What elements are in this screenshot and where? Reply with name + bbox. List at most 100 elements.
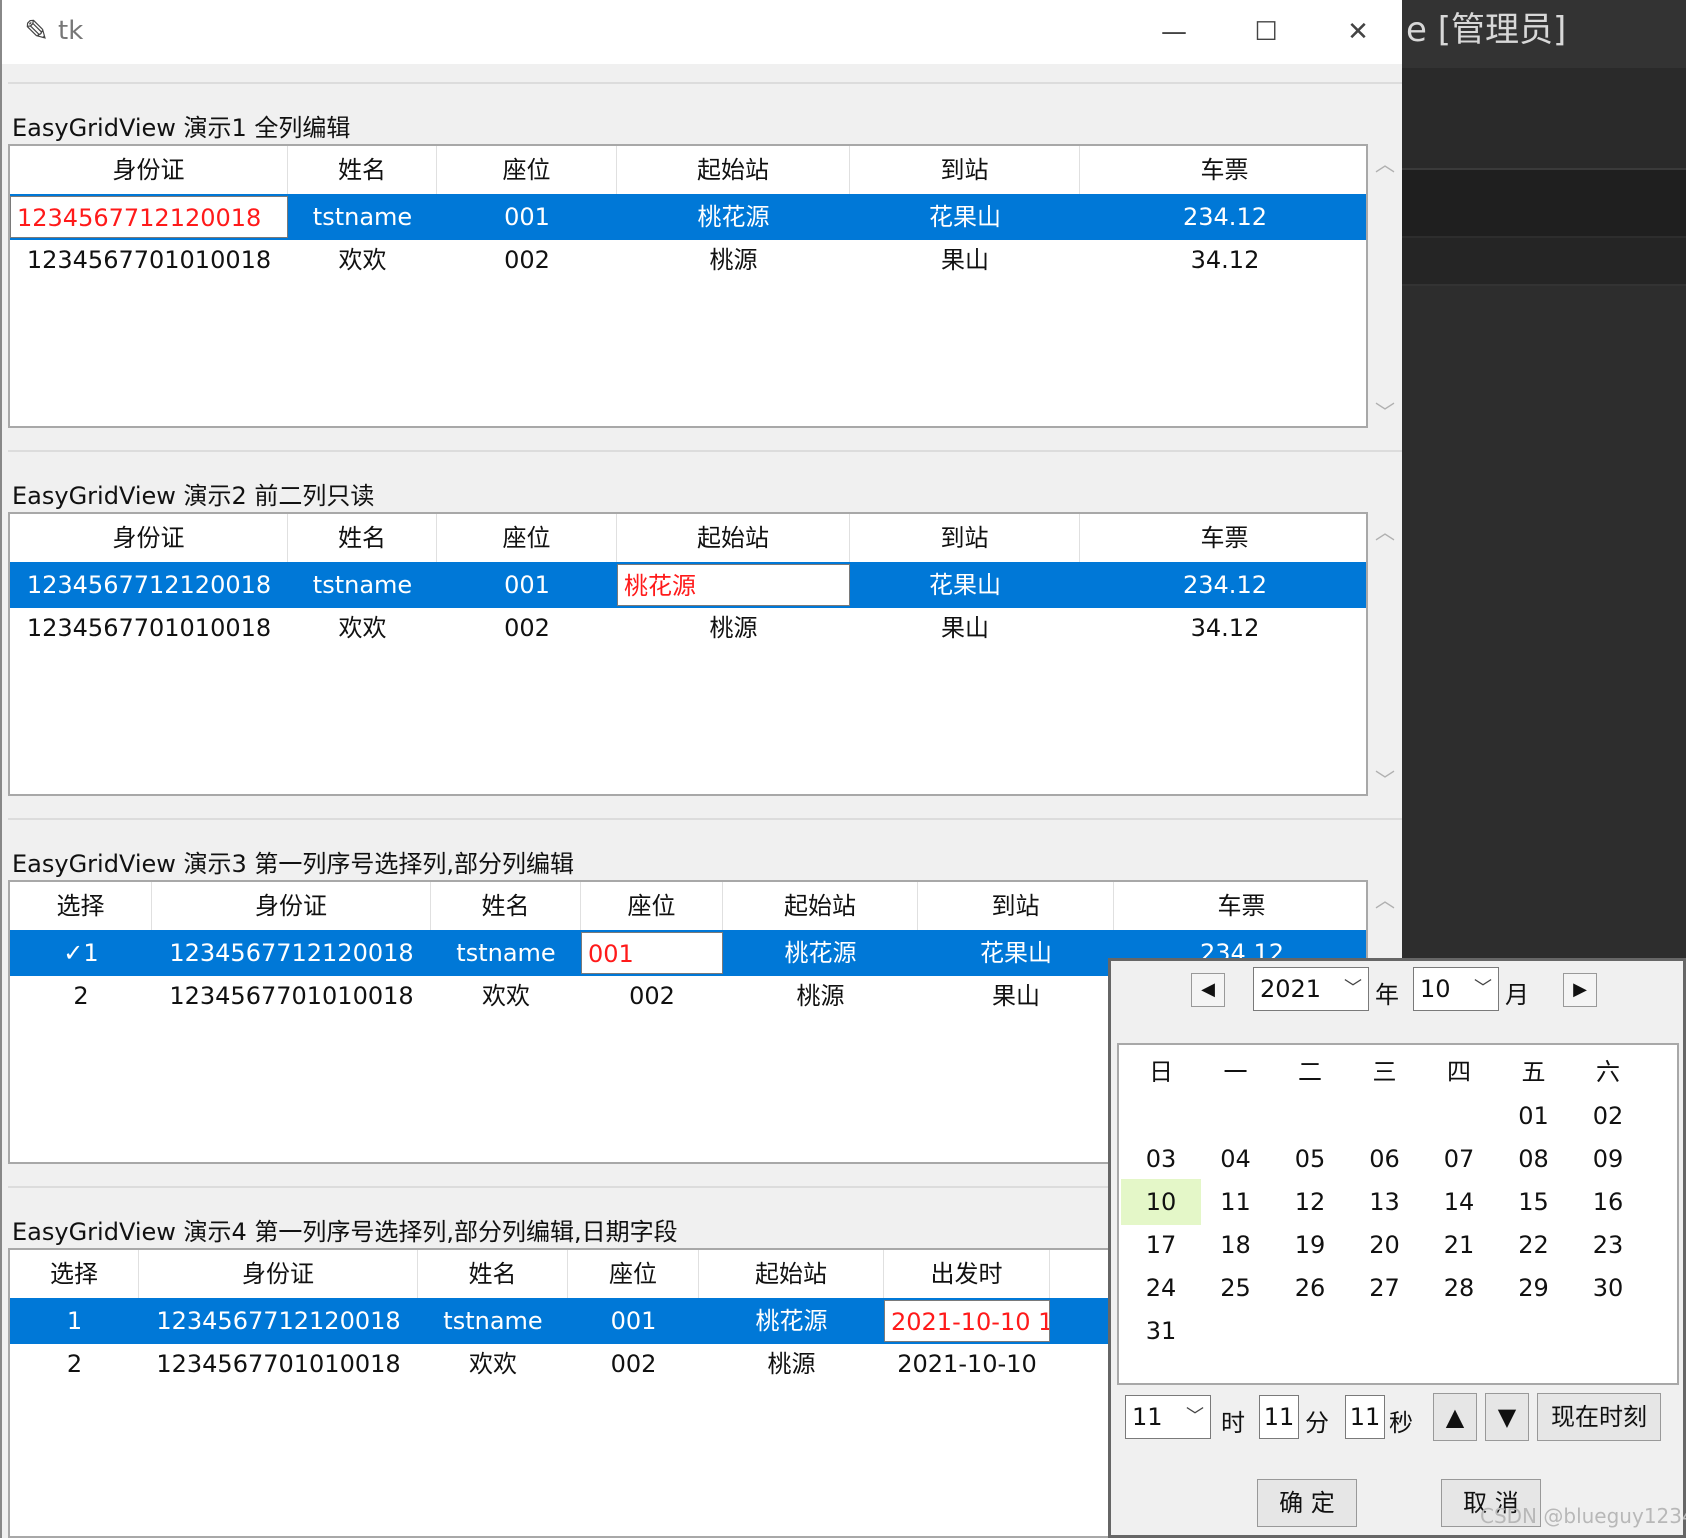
calendar-day[interactable]: 07 (1419, 1136, 1499, 1182)
calendar-day-today[interactable]: 10 (1121, 1179, 1201, 1225)
second-input[interactable]: 11 (1345, 1395, 1385, 1439)
table-cell[interactable]: 001 (568, 1300, 699, 1342)
table-cell[interactable]: 果山 (850, 239, 1080, 281)
calendar-day[interactable]: 13 (1345, 1179, 1425, 1225)
table-cell[interactable]: 桃源 (617, 239, 850, 281)
table-cell[interactable]: 桃花源 (617, 196, 850, 238)
cell-editor-input[interactable]: 2021-10-10 1 (884, 1300, 1050, 1342)
table-cell[interactable]: 1234567701010018 (10, 607, 288, 649)
now-button[interactable]: 现在时刻 (1537, 1393, 1661, 1441)
next-month-button[interactable]: ▶ (1563, 973, 1597, 1007)
scroll-down-icon[interactable]: ﹀ (1370, 396, 1400, 425)
cell-editor-input[interactable]: 桃花源 (617, 564, 850, 606)
column-header[interactable]: 座位 (568, 1250, 699, 1298)
table-cell[interactable]: 34.12 (1080, 607, 1366, 649)
table-cell[interactable]: tstname (288, 564, 437, 606)
table-cell[interactable]: 桃花源 (723, 932, 918, 974)
column-header[interactable]: 身份证 (10, 514, 288, 562)
table-cell[interactable]: 1234567701010018 (139, 1343, 418, 1385)
table-cell[interactable]: 001 (437, 564, 617, 606)
table-cell[interactable]: 桃源 (617, 607, 850, 649)
minimize-button[interactable]: — (1128, 0, 1220, 64)
column-header[interactable]: 座位 (437, 514, 617, 562)
column-header[interactable]: 身份证 (139, 1250, 418, 1298)
table-cell[interactable]: 234.12 (1080, 196, 1366, 238)
ok-button[interactable]: 确 定 (1257, 1479, 1357, 1527)
table-cell[interactable]: ✓1 (10, 932, 152, 974)
maximize-button[interactable]: ☐ (1220, 0, 1312, 64)
calendar-day[interactable]: 08 (1494, 1136, 1574, 1182)
scroll-up-icon[interactable]: ︿ (1370, 884, 1400, 913)
table-cell[interactable]: 桃花源 (699, 1300, 884, 1342)
column-header[interactable]: 座位 (581, 882, 723, 930)
increment-button[interactable]: ▲ (1433, 1393, 1477, 1441)
table-cell[interactable]: 002 (437, 239, 617, 281)
table-cell[interactable]: 桃源 (699, 1343, 884, 1385)
table-cell[interactable]: 欢欢 (288, 239, 437, 281)
calendar-day[interactable]: 24 (1121, 1265, 1201, 1311)
calendar-day[interactable]: 03 (1121, 1136, 1201, 1182)
column-header[interactable]: 姓名 (288, 146, 437, 194)
calendar-day[interactable]: 05 (1270, 1136, 1350, 1182)
table-cell[interactable]: tstname (418, 1300, 568, 1342)
calendar-day[interactable]: 28 (1419, 1265, 1499, 1311)
calendar-day[interactable]: 16 (1568, 1179, 1648, 1225)
calendar-day[interactable]: 01 (1494, 1093, 1574, 1139)
calendar-day[interactable]: 21 (1419, 1222, 1499, 1268)
calendar-day[interactable]: 23 (1568, 1222, 1648, 1268)
table-cell[interactable]: tstname (288, 196, 437, 238)
table-cell[interactable]: 果山 (918, 975, 1114, 1017)
table-cell[interactable]: 1234567701010018 (10, 239, 288, 281)
table-cell[interactable]: 1234567701010018 (152, 975, 431, 1017)
table-row[interactable]: 1234567712120018 tstname 001 桃花源 花果山 234.12 (10, 194, 1366, 240)
table-cell[interactable]: 果山 (850, 607, 1080, 649)
scroll-up-icon[interactable]: ︿ (1370, 148, 1400, 177)
year-select[interactable]: 2021 ﹀ (1253, 967, 1369, 1011)
table-cell[interactable]: 2021-10-10 (884, 1343, 1050, 1385)
column-header[interactable]: 姓名 (431, 882, 581, 930)
column-header[interactable]: 起始站 (699, 1250, 884, 1298)
column-header[interactable]: 选择 (10, 1250, 139, 1298)
calendar-day[interactable]: 04 (1196, 1136, 1276, 1182)
calendar-day[interactable]: 19 (1270, 1222, 1350, 1268)
scroll-down-icon[interactable]: ﹀ (1370, 764, 1400, 793)
table-cell[interactable]: 欢欢 (418, 1343, 568, 1385)
table-cell[interactable]: 花果山 (850, 564, 1080, 606)
table-cell[interactable]: tstname (431, 932, 581, 974)
cell-editor-input[interactable]: 001 (581, 932, 723, 974)
calendar-day[interactable]: 06 (1345, 1136, 1425, 1182)
grid2-scrollbar[interactable]: ︿ ﹀ (1370, 512, 1400, 796)
table-cell[interactable]: 34.12 (1080, 239, 1366, 281)
calendar-day[interactable]: 22 (1494, 1222, 1574, 1268)
prev-month-button[interactable]: ◀ (1191, 973, 1225, 1007)
decrement-button[interactable]: ▼ (1485, 1393, 1529, 1441)
column-header[interactable]: 到站 (850, 514, 1080, 562)
column-header[interactable]: 选择 (10, 882, 152, 930)
table-cell[interactable]: 002 (437, 607, 617, 649)
column-header[interactable]: 身份证 (152, 882, 431, 930)
column-header[interactable]: 车票 (1080, 146, 1366, 194)
column-header[interactable]: 到站 (918, 882, 1114, 930)
table-cell[interactable]: 1234567712120018 (152, 932, 431, 974)
month-select[interactable]: 10 ﹀ (1413, 967, 1499, 1011)
calendar-day[interactable]: 29 (1494, 1265, 1574, 1311)
table-cell[interactable]: 2 (10, 1343, 139, 1385)
column-header[interactable]: 出发时 (884, 1250, 1050, 1298)
calendar-day[interactable]: 25 (1196, 1265, 1276, 1311)
calendar-day[interactable]: 31 (1121, 1308, 1201, 1354)
column-header[interactable]: 姓名 (288, 514, 437, 562)
calendar-day[interactable]: 09 (1568, 1136, 1648, 1182)
calendar-day[interactable]: 17 (1121, 1222, 1201, 1268)
table-cell[interactable]: 欢欢 (288, 607, 437, 649)
column-header[interactable]: 身份证 (10, 146, 288, 194)
calendar-day[interactable]: 11 (1196, 1179, 1276, 1225)
calendar-day[interactable]: 26 (1270, 1265, 1350, 1311)
cell-editor-input[interactable]: 1234567712120018 (10, 196, 288, 238)
close-button[interactable]: ✕ (1312, 0, 1404, 64)
scroll-up-icon[interactable]: ︿ (1370, 516, 1400, 545)
table-cell[interactable]: 234.12 (1080, 564, 1366, 606)
calendar-day[interactable]: 12 (1270, 1179, 1350, 1225)
column-header[interactable]: 到站 (850, 146, 1080, 194)
column-header[interactable]: 起始站 (617, 146, 850, 194)
table-cell[interactable]: 花果山 (850, 196, 1080, 238)
